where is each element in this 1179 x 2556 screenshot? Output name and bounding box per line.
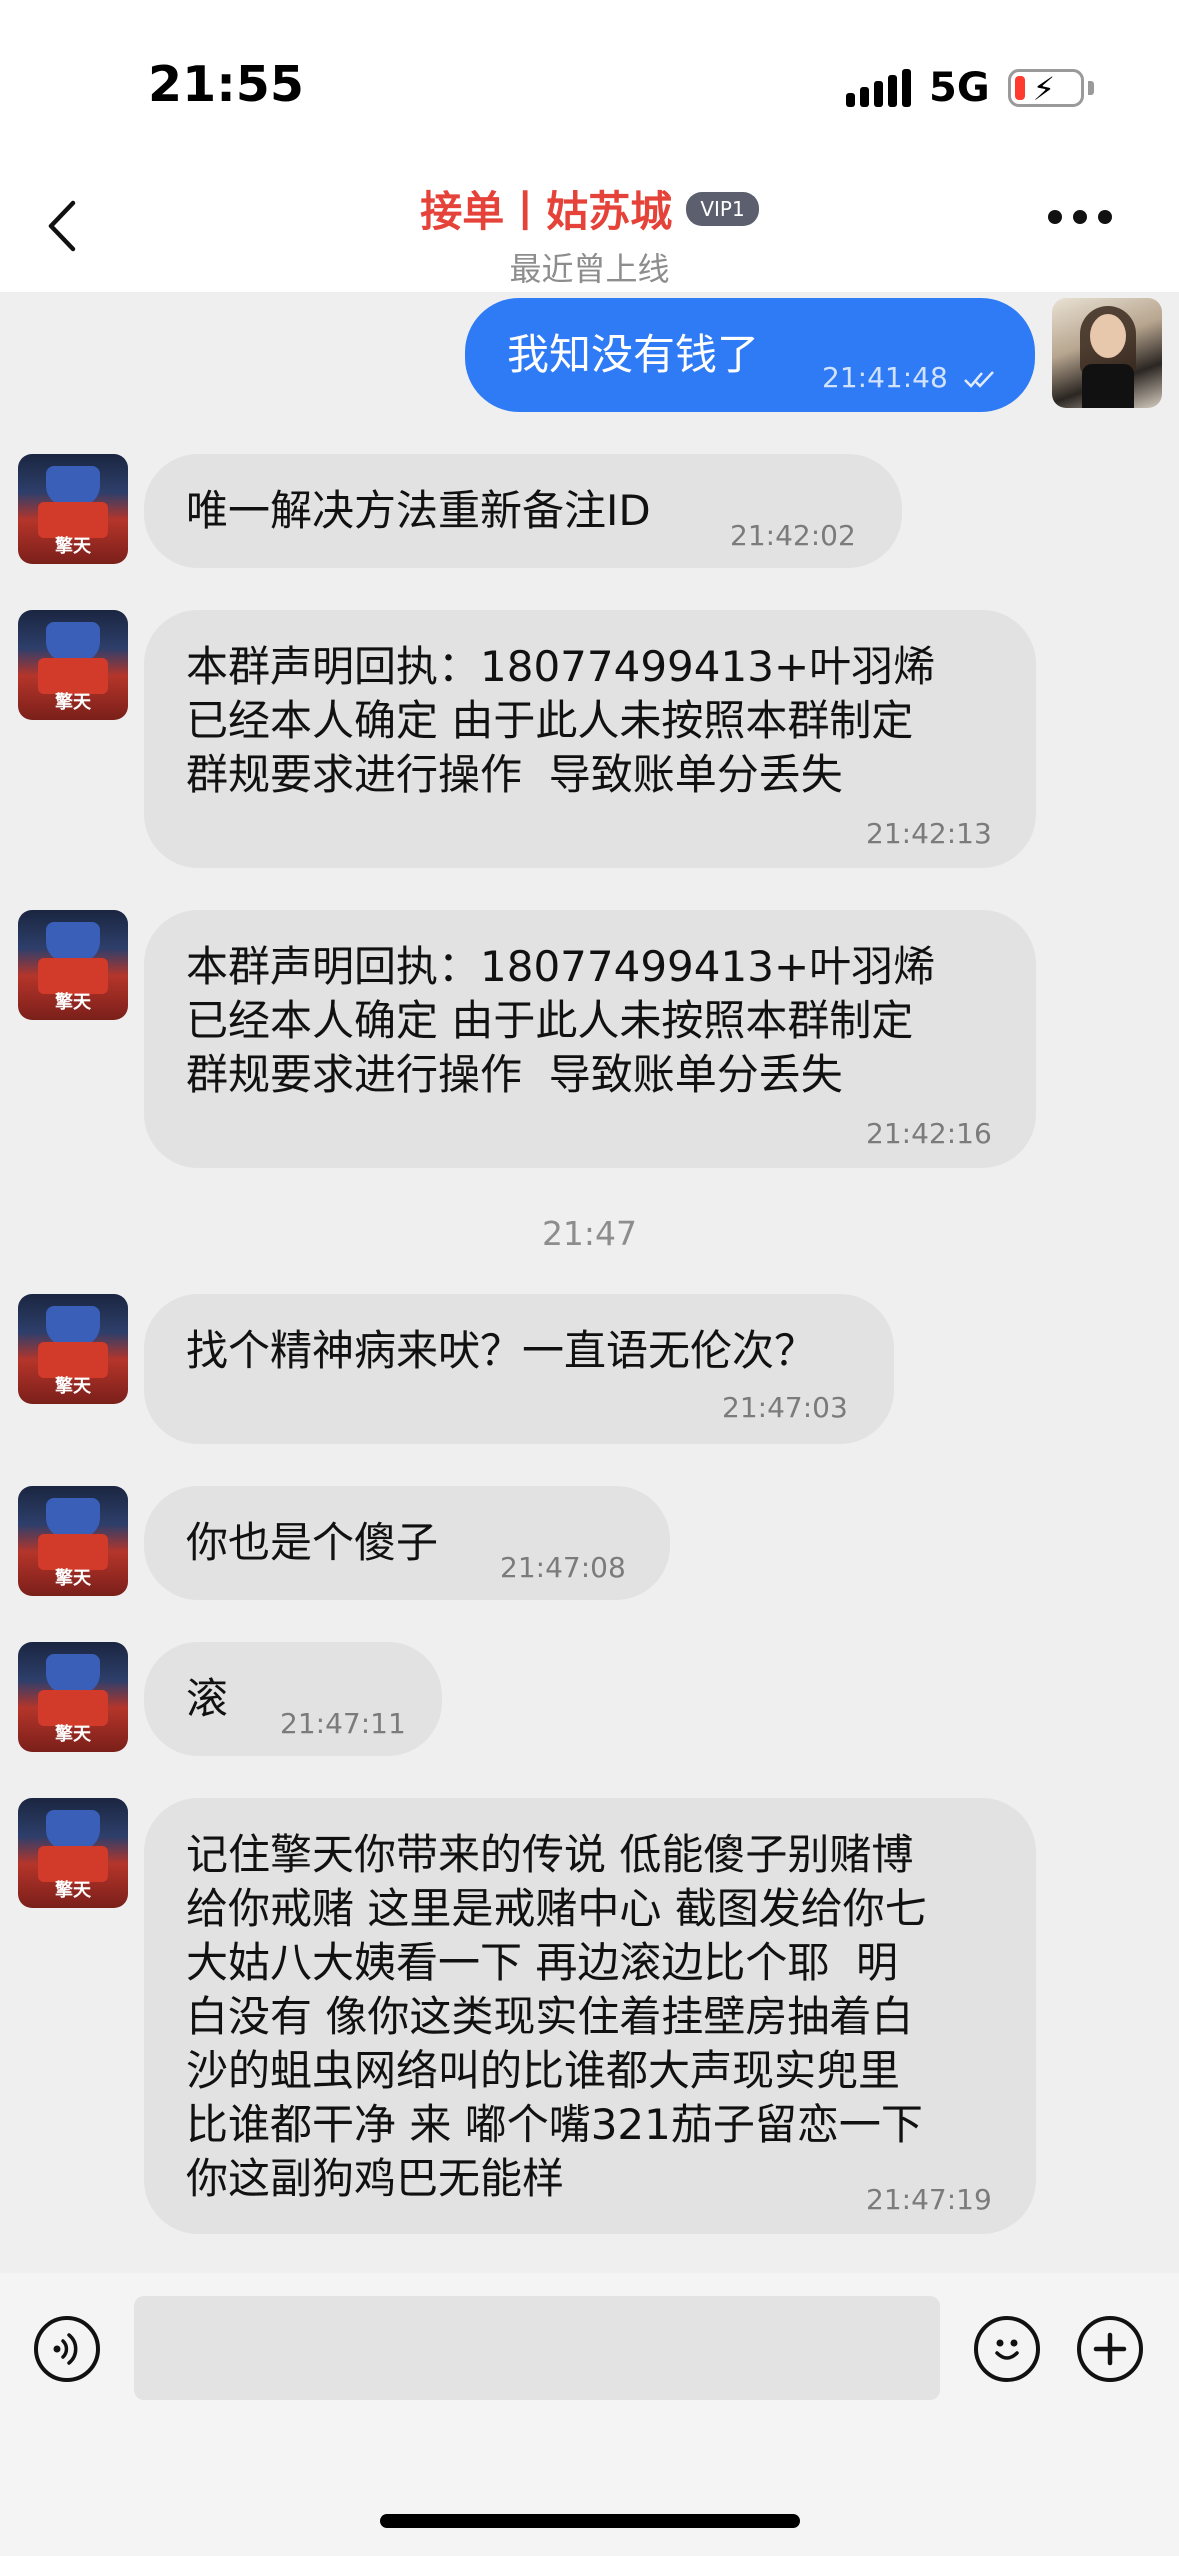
contact-avatar[interactable]: 擎天 [18, 910, 128, 1020]
my-avatar[interactable] [1052, 298, 1162, 408]
chat-title-row[interactable]: 接单丨姑苏城 VIP1 [0, 178, 1179, 239]
message-bubble-incoming[interactable]: 滚 21:47:11 [144, 1642, 442, 1756]
voice-button[interactable] [34, 2316, 100, 2382]
battery-icon: ⚡ [1007, 69, 1084, 108]
message-text: 记住擎天你带来的传说 低能傻子别赌博 给你戒赌 这里是戒赌中心 截图发给你七 大… [186, 1830, 927, 2203]
message-bubble-incoming[interactable]: 你也是个傻子 21:47:08 [144, 1486, 670, 1600]
message-text: 滚 [186, 1674, 229, 1723]
message-text: 找个精神病来吠？一直语无伦次？ [186, 1326, 817, 1375]
more-button[interactable] [1048, 210, 1112, 224]
signal-icon [846, 69, 911, 107]
status-time: 21:55 [148, 56, 304, 113]
contact-avatar[interactable]: 擎天 [18, 1486, 128, 1596]
contact-avatar[interactable]: 擎天 [18, 610, 128, 720]
contact-avatar[interactable]: 擎天 [18, 1294, 128, 1404]
home-indicator[interactable] [380, 2514, 800, 2528]
message-time: 21:42:02 [730, 519, 856, 552]
message-time: 21:41:48 [822, 362, 997, 394]
message-bubble-incoming[interactable]: 本群声明回执：18077499413+叶羽烯 已经本人确定 由于此人未按照本群制… [144, 910, 1036, 1168]
plus-icon [1093, 2332, 1127, 2366]
vip-badge: VIP1 [686, 191, 759, 226]
contact-avatar[interactable]: 擎天 [18, 1642, 128, 1752]
message-time: 21:42:13 [866, 817, 992, 850]
time-separator: 21:47 [541, 1214, 638, 1253]
message-text: 本群声明回执：18077499413+叶羽烯 已经本人确定 由于此人未按照本群制… [186, 642, 936, 799]
status-indicators: 5G ⚡ [846, 62, 1094, 114]
network-label: 5G [929, 65, 990, 111]
message-bubble-incoming[interactable]: 本群声明回执：18077499413+叶羽烯 已经本人确定 由于此人未按照本群制… [144, 610, 1036, 868]
emoji-icon [995, 2339, 1019, 2360]
message-text: 唯一解决方法重新备注ID [186, 486, 651, 535]
message-text: 我知没有钱了 [507, 330, 760, 379]
message-time: 21:47:03 [722, 1391, 848, 1424]
chat-title: 接单丨姑苏城 [420, 187, 673, 236]
contact-avatar[interactable]: 擎天 [18, 1798, 128, 1908]
contact-avatar[interactable]: 擎天 [18, 454, 128, 564]
message-time: 21:47:19 [866, 2183, 992, 2216]
message-bubble-incoming[interactable]: 找个精神病来吠？一直语无伦次？ 21:47:03 [144, 1294, 894, 1444]
message-time: 21:47:11 [280, 1707, 406, 1740]
message-time: 21:42:16 [866, 1117, 992, 1150]
message-bubble-incoming[interactable]: 记住擎天你带来的传说 低能傻子别赌博 给你戒赌 这里是戒赌中心 截图发给你七 大… [144, 1798, 1036, 2234]
online-status: 最近曾上线 [509, 250, 670, 288]
message-bubble-incoming[interactable]: 唯一解决方法重新备注ID 21:42:02 [144, 454, 902, 568]
emoji-button[interactable] [974, 2316, 1040, 2382]
double-check-icon [963, 371, 994, 388]
message-text: 你也是个傻子 [186, 1518, 439, 1567]
message-text: 本群声明回执：18077499413+叶羽烯 已经本人确定 由于此人未按照本群制… [186, 942, 936, 1099]
message-input[interactable] [134, 2296, 940, 2400]
attach-button[interactable] [1077, 2316, 1143, 2382]
message-time: 21:47:08 [500, 1551, 626, 1584]
message-bubble-outgoing[interactable]: 我知没有钱了 21:41:48 [465, 298, 1035, 412]
more-horizontal-icon [1048, 210, 1062, 224]
voice-icon [53, 2333, 78, 2365]
